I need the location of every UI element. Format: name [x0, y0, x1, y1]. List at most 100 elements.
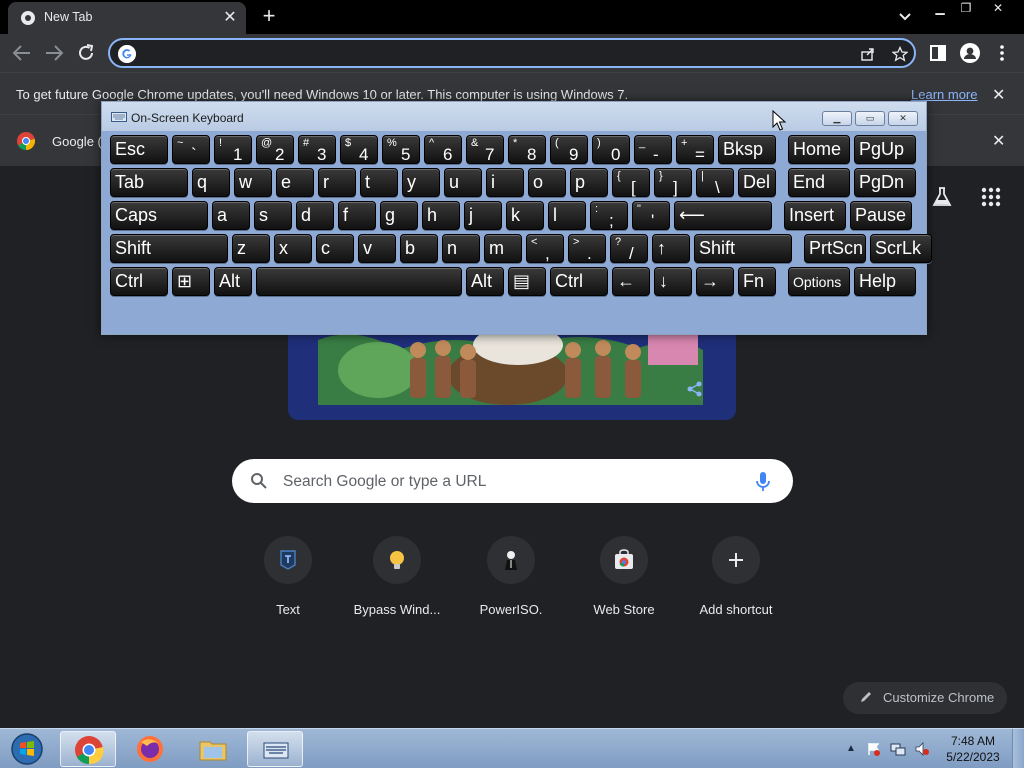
- customize-chrome-button[interactable]: Customize Chrome: [843, 682, 1007, 714]
- key-h[interactable]: h: [422, 201, 460, 230]
- key-insert[interactable]: Insert: [784, 201, 846, 230]
- key-pause[interactable]: Pause: [850, 201, 912, 230]
- key-w[interactable]: w: [234, 168, 272, 197]
- key-d[interactable]: d: [296, 201, 334, 230]
- tab-new-tab[interactable]: New Tab ✕: [8, 2, 246, 34]
- key-k[interactable]: k: [506, 201, 544, 230]
- taskbar-firefox[interactable]: [122, 731, 178, 767]
- key-shift[interactable]: Shift: [694, 234, 792, 263]
- key-scrlk[interactable]: ScrLk: [870, 234, 932, 263]
- key-q[interactable]: q: [192, 168, 230, 197]
- key-help[interactable]: Help: [854, 267, 916, 296]
- google-apps-grid-icon[interactable]: [980, 186, 1002, 208]
- key-right-arrow[interactable]: →: [696, 267, 734, 296]
- action-center-flag-icon[interactable]: [866, 741, 882, 757]
- key-/[interactable]: ? /: [610, 234, 648, 263]
- add-shortcut-tile[interactable]: Add shortcut: [680, 536, 792, 626]
- tray-expand-icon[interactable]: ▲: [846, 743, 856, 754]
- key-f[interactable]: f: [338, 201, 376, 230]
- share-page-icon[interactable]: [860, 46, 876, 62]
- key-=[interactable]: + =: [676, 135, 714, 164]
- key-alt[interactable]: Alt: [214, 267, 252, 296]
- osk-title-bar[interactable]: On-Screen Keyboard ▁ ▭ ✕: [102, 102, 926, 131]
- infobar-close-icon[interactable]: ✕: [992, 85, 1005, 105]
- key-prtscn[interactable]: PrtScn: [804, 234, 866, 263]
- close-window-button[interactable]: ✕: [984, 0, 1012, 18]
- side-panel-icon[interactable]: [928, 43, 948, 63]
- shortcut-tile[interactable]: Web Store: [568, 536, 680, 626]
- reload-icon[interactable]: [74, 42, 98, 64]
- key-4[interactable]: $4: [340, 135, 378, 164]
- key-shift[interactable]: Shift: [110, 234, 228, 263]
- key-o[interactable]: o: [528, 168, 566, 197]
- key-5[interactable]: % 5: [382, 135, 420, 164]
- ntp-search-box[interactable]: Search Google or type a URL: [232, 459, 793, 503]
- forward-arrow-icon[interactable]: [42, 42, 66, 64]
- infobar2-close-icon[interactable]: ✕: [992, 131, 1005, 151]
- key-x[interactable]: x: [274, 234, 312, 263]
- tab-close-icon[interactable]: ✕: [222, 10, 238, 26]
- minimize-button[interactable]: ▁: [926, 0, 954, 18]
- key-`[interactable]: ~ `: [172, 135, 210, 164]
- kebab-menu-icon[interactable]: [992, 43, 1012, 63]
- key-y[interactable]: y: [402, 168, 440, 197]
- key--[interactable]: _ -: [634, 135, 672, 164]
- taskbar-chrome[interactable]: [60, 731, 116, 767]
- key-a[interactable]: a: [212, 201, 250, 230]
- key-u[interactable]: u: [444, 168, 482, 197]
- voice-search-mic-icon[interactable]: [754, 471, 772, 493]
- key-j[interactable]: j: [464, 201, 502, 230]
- back-arrow-icon[interactable]: [10, 42, 34, 64]
- key-3[interactable]: #3: [298, 135, 336, 164]
- key-\[interactable]: | \: [696, 168, 734, 197]
- key-t[interactable]: t: [360, 168, 398, 197]
- key-alt[interactable]: Alt: [466, 267, 504, 296]
- key-pgup[interactable]: PgUp: [854, 135, 916, 164]
- tab-search-chevron-icon[interactable]: [896, 8, 914, 26]
- key-down-arrow[interactable]: ↓: [654, 267, 692, 296]
- key-windows[interactable]: ⊞: [172, 267, 210, 296]
- windows-start-orb-icon[interactable]: [6, 732, 48, 766]
- shortcut-tile[interactable]: Bypass Wind...: [341, 536, 453, 626]
- key-space[interactable]: [256, 267, 462, 296]
- key-z[interactable]: z: [232, 234, 270, 263]
- key-end[interactable]: End: [788, 168, 850, 197]
- key-7[interactable]: & 7: [466, 135, 504, 164]
- volume-muted-icon[interactable]: [914, 741, 930, 757]
- key-caps-lock[interactable]: Caps: [110, 201, 208, 230]
- key-,[interactable]: <,: [526, 234, 564, 263]
- key-pgdn[interactable]: PgDn: [854, 168, 916, 197]
- key-left-arrow[interactable]: ←: [612, 267, 650, 296]
- key-e[interactable]: e: [276, 168, 314, 197]
- chrome-labs-flask-icon[interactable]: [930, 185, 954, 209]
- key-0[interactable]: ) 0: [592, 135, 630, 164]
- key-g[interactable]: g: [380, 201, 418, 230]
- key-'[interactable]: " ': [632, 201, 670, 230]
- key-n[interactable]: n: [442, 234, 480, 263]
- key-m[interactable]: m: [484, 234, 522, 263]
- doodle-share-icon[interactable]: [686, 380, 704, 398]
- key-9[interactable]: (9: [550, 135, 588, 164]
- key-i[interactable]: i: [486, 168, 524, 197]
- key-b[interactable]: b: [400, 234, 438, 263]
- taskbar-osk[interactable]: [247, 731, 303, 767]
- profile-avatar-icon[interactable]: [960, 43, 980, 63]
- key-esc[interactable]: Esc: [110, 135, 168, 164]
- learn-more-link[interactable]: Learn more: [911, 87, 977, 102]
- key-delete[interactable]: Del: [738, 168, 776, 197]
- key-v[interactable]: v: [358, 234, 396, 263]
- shortcut-tile[interactable]: Text: [232, 536, 344, 626]
- address-input[interactable]: [142, 42, 842, 64]
- key-ctrl[interactable]: Ctrl: [550, 267, 608, 296]
- key-p[interactable]: p: [570, 168, 608, 197]
- key-up-arrow[interactable]: ↑: [652, 234, 690, 263]
- key-s[interactable]: s: [254, 201, 292, 230]
- key-backspace[interactable]: Bksp: [718, 135, 776, 164]
- bookmark-star-icon[interactable]: [892, 46, 908, 62]
- key-;[interactable]: :;: [590, 201, 628, 230]
- key-8[interactable]: * 8: [508, 135, 546, 164]
- taskbar-explorer[interactable]: [185, 731, 241, 767]
- key-options[interactable]: Options: [788, 267, 850, 296]
- system-clock[interactable]: 7:48 AM 5/22/2023: [940, 733, 1006, 765]
- key-r[interactable]: r: [318, 168, 356, 197]
